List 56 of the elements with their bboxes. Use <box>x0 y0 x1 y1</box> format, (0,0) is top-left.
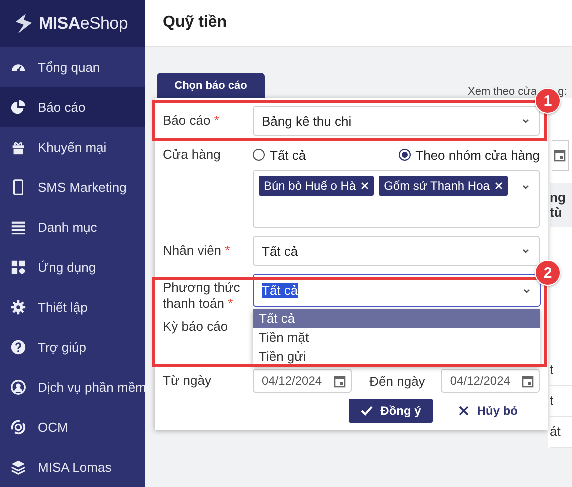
logo: MISAeShop <box>39 14 128 34</box>
dropdown-option[interactable]: Tiền mặt <box>253 328 540 347</box>
calendar-icon <box>522 374 534 388</box>
sidebar-item[interactable]: Báo cáo <box>0 87 145 127</box>
store-tag[interactable]: Gốm sứ Thanh Hoa <box>379 176 508 196</box>
sidebar-item[interactable]: SMS Marketing <box>0 167 145 207</box>
payment-select[interactable]: Tất cả <box>253 274 541 307</box>
radio-option[interactable]: Tất cả <box>253 148 306 162</box>
store-tag[interactable]: Bún bò Huế o Hà <box>259 176 374 196</box>
sidebar-item[interactable]: OCM <box>0 407 145 447</box>
column-header: ng tù <box>550 183 572 227</box>
view-label: g: <box>558 86 568 98</box>
store-tag-field[interactable]: Bún bò Huế o Hà Gốm sứ Thanh Hoa <box>253 170 540 228</box>
user-icon <box>10 378 27 396</box>
remove-icon <box>361 182 370 190</box>
page-title: Quỹ tiền <box>163 14 228 32</box>
pie-chart-icon <box>10 98 27 116</box>
sidebar-item[interactable]: Thiết lập <box>0 287 145 327</box>
table-cell: t <box>550 386 572 417</box>
table-cell: t <box>550 355 572 386</box>
sidebar-item[interactable]: Tổng quan <box>0 47 145 87</box>
calendar-icon <box>334 374 346 388</box>
layers-icon <box>10 458 27 476</box>
remove-icon <box>494 182 503 190</box>
field-label: Phương thức thanh toán * <box>163 279 242 312</box>
sidebar-item[interactable]: Danh mục <box>0 207 145 247</box>
field-label: Từ ngày <box>163 373 212 389</box>
date-field[interactable]: 04/12/2024 <box>441 369 540 393</box>
date-field[interactable]: 04/12/2024 <box>253 369 352 393</box>
check-icon <box>360 406 373 416</box>
employee-select[interactable]: Tất cả <box>253 236 540 266</box>
sidebar-item[interactable]: MISA Lomas <box>0 447 145 487</box>
field-label: Đến ngày <box>368 374 426 388</box>
field-label: Báo cáo * <box>163 113 220 129</box>
calendar-icon <box>552 140 569 171</box>
cancel-button[interactable]: Hủy bỏ <box>447 399 530 423</box>
field-label: Cửa hàng <box>163 147 222 163</box>
dropdown-option[interactable]: Tiền gửi <box>253 347 540 366</box>
confirm-button[interactable]: Đồng ý <box>348 399 434 423</box>
radio-option[interactable]: Theo nhóm cửa hàng <box>398 148 540 162</box>
help-icon <box>10 338 27 356</box>
field-label: Nhân viên * <box>163 243 232 259</box>
table-cell: át <box>550 417 572 448</box>
sidebar-item[interactable]: Khuyến mại <box>0 127 145 167</box>
sidebar-item[interactable]: Dịch vụ phần mềm <box>0 367 145 407</box>
view-label: Xem theo cửa <box>468 86 538 98</box>
close-icon <box>459 406 470 416</box>
apps-icon <box>10 258 27 276</box>
settings-icon <box>10 298 27 316</box>
sidebar-item[interactable]: Ứng dụng <box>0 247 145 287</box>
report-select[interactable]: Bảng kê thu chi <box>253 106 540 136</box>
sidebar-item[interactable]: Trợ giúp <box>0 327 145 367</box>
swirl-icon <box>10 418 27 436</box>
report-tab[interactable]: Chọn báo cáo <box>157 73 265 98</box>
dropdown-option[interactable]: Tất cả <box>253 309 540 328</box>
field-label: Kỳ báo cáo <box>163 319 230 335</box>
